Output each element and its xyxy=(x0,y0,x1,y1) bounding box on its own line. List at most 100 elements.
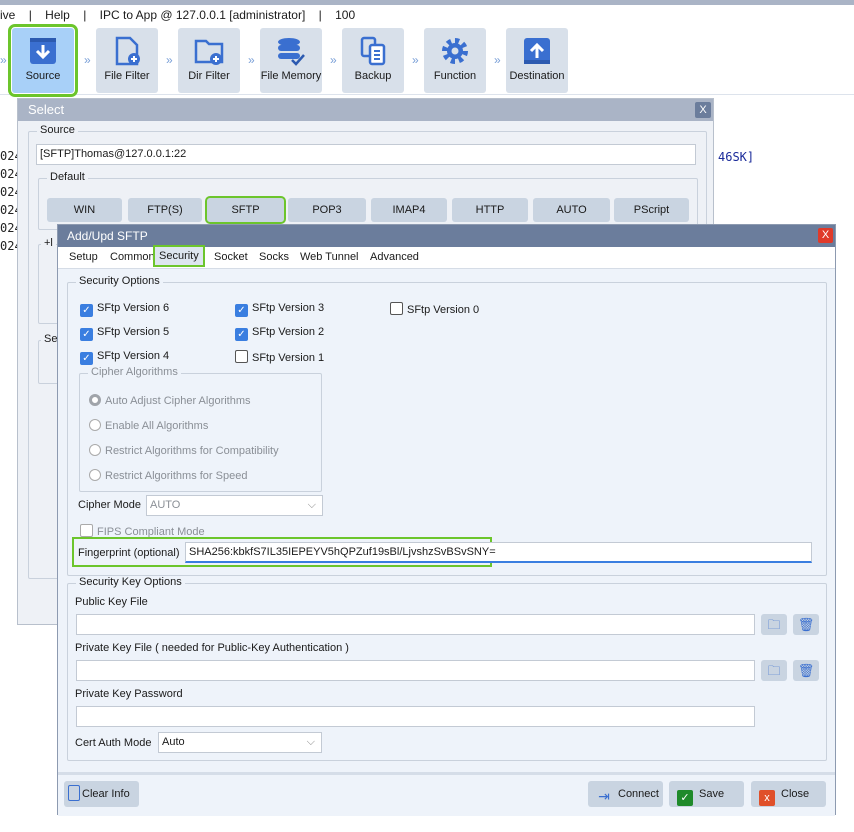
login-arrow-icon: ⇥ xyxy=(598,788,610,804)
checkbox-label: SFtp Version 4 xyxy=(97,350,170,362)
radio-enable-all[interactable]: Enable All Algorithms xyxy=(89,419,208,433)
radio-label: Restrict Algorithms for Compatibility xyxy=(105,445,279,457)
tab-socket[interactable]: Socket xyxy=(214,251,248,263)
select-value: Auto xyxy=(162,736,185,748)
radio-auto-adjust[interactable]: Auto Adjust Cipher Algorithms xyxy=(89,394,251,408)
chevron-icon: » xyxy=(494,53,501,67)
sftp-version-2-checkbox[interactable]: ✓ SFtp Version 2 xyxy=(235,326,324,341)
close-icon[interactable]: X xyxy=(818,228,833,243)
group-label: Default xyxy=(47,171,88,183)
chevron-icon: » xyxy=(0,53,7,67)
menu-item-help[interactable]: Help xyxy=(45,8,70,22)
button-label: Clear Info xyxy=(82,788,130,800)
chevron-icon: » xyxy=(84,53,91,67)
sftp-version-1-checkbox[interactable]: SFtp Version 1 xyxy=(235,350,324,365)
copy-documents-icon xyxy=(360,36,386,66)
radio-label: Auto Adjust Cipher Algorithms xyxy=(105,395,251,407)
tab-security[interactable]: Security xyxy=(153,245,205,267)
select-value: AUTO xyxy=(150,499,181,511)
checkbox-label: SFtp Version 3 xyxy=(252,302,325,314)
protocol-auto-button[interactable]: AUTO xyxy=(533,198,610,222)
chevron-icon: » xyxy=(412,53,419,67)
folder-icon[interactable]: 🗀 xyxy=(761,660,787,681)
toolbar-source-button[interactable]: Source xyxy=(8,24,78,97)
radio-icon xyxy=(89,419,101,431)
group-label: Security Options xyxy=(76,275,163,287)
log-fragment: 46SK] xyxy=(718,150,755,164)
checkmark-icon: ✓ xyxy=(80,328,93,341)
cipher-algorithms-group: Cipher Algorithms Auto Adjust Cipher Alg… xyxy=(79,366,322,492)
checkmark-icon: ✓ xyxy=(235,328,248,341)
toolbar-file-filter-button[interactable]: File Filter xyxy=(96,28,158,93)
private-key-password-input[interactable] xyxy=(76,706,755,727)
group-label: +l xyxy=(41,237,56,249)
cert-auth-mode-select[interactable]: Auto ⌵ xyxy=(158,732,322,753)
toolbar-function-button[interactable]: Function xyxy=(424,28,486,93)
ipc-status: IPC to App @ 127.0.0.1 [administrator] xyxy=(99,8,306,22)
sftp-version-5-checkbox[interactable]: ✓ SFtp Version 5 xyxy=(80,326,169,341)
radio-restrict-compatibility[interactable]: Restrict Algorithms for Compatibility xyxy=(89,444,279,458)
protocol-ftps-button[interactable]: FTP(S) xyxy=(128,198,202,222)
tab-common[interactable]: Common xyxy=(110,251,155,263)
close-icon[interactable]: X xyxy=(695,102,711,118)
checkbox-box xyxy=(390,302,403,315)
file-add-icon xyxy=(115,36,140,66)
radio-label: Restrict Algorithms for Speed xyxy=(105,470,248,482)
chevron-icon: » xyxy=(166,53,173,67)
private-key-password-label: Private Key Password xyxy=(75,688,183,700)
sftp-version-0-checkbox[interactable]: SFtp Version 0 xyxy=(390,302,479,317)
tab-advanced[interactable]: Advanced xyxy=(370,251,419,263)
fingerprint-input[interactable]: SHA256:kbkfS7IL35IEPEYV5hQPZuf19sBl/Ljvs… xyxy=(185,542,812,563)
toolbar-destination-button[interactable]: Destination xyxy=(506,28,568,93)
menu-separator: | xyxy=(318,8,322,22)
toolbar-backup-button[interactable]: Backup xyxy=(342,28,404,93)
trash-icon[interactable]: 🗑 xyxy=(793,614,819,635)
cipher-mode-label: Cipher Mode xyxy=(78,499,141,511)
button-label: Connect xyxy=(618,788,659,800)
protocol-pop3-button[interactable]: POP3 xyxy=(288,198,366,222)
folder-icon[interactable]: 🗀 xyxy=(761,614,787,635)
upload-box-icon xyxy=(524,38,550,64)
public-key-input[interactable] xyxy=(76,614,755,635)
tab-socks[interactable]: Socks xyxy=(259,251,289,263)
chevron-down-icon: ⌵ xyxy=(306,736,315,748)
close-button[interactable]: x Close xyxy=(751,781,826,807)
group-label: Source xyxy=(37,124,78,136)
toolbar-label: Dir Filter xyxy=(188,70,230,82)
radio-icon xyxy=(89,444,101,456)
tab-setup[interactable]: Setup xyxy=(69,251,98,263)
protocol-imap4-button[interactable]: IMAP4 xyxy=(371,198,447,222)
dialog-title: Select xyxy=(18,99,713,121)
checkbox-label: SFtp Version 0 xyxy=(407,304,480,316)
protocol-pscript-button[interactable]: PScript xyxy=(614,198,689,222)
protocol-win-button[interactable]: WIN xyxy=(47,198,122,222)
cipher-mode-select[interactable]: AUTO ⌵ xyxy=(146,495,323,516)
download-box-icon xyxy=(30,38,56,64)
connect-button[interactable]: ⇥ Connect xyxy=(588,781,663,807)
cert-auth-mode-label: Cert Auth Mode xyxy=(75,737,152,749)
trash-icon[interactable]: 🗑 xyxy=(793,660,819,681)
radio-restrict-speed[interactable]: Restrict Algorithms for Speed xyxy=(89,469,247,483)
chevron-icon: » xyxy=(330,53,337,67)
gear-icon xyxy=(442,38,468,64)
menu-item-archive[interactable]: ive xyxy=(0,8,15,22)
checkbox-label: SFtp Version 1 xyxy=(252,352,325,364)
clear-info-button[interactable]: Clear Info xyxy=(64,781,139,807)
sftp-version-3-checkbox[interactable]: ✓ SFtp Version 3 xyxy=(235,302,324,317)
protocol-sftp-button[interactable]: SFTP xyxy=(205,196,286,224)
protocol-http-button[interactable]: HTTP xyxy=(452,198,528,222)
database-check-icon xyxy=(278,38,305,66)
toolbar-file-memory-button[interactable]: File Memory xyxy=(260,28,322,93)
sftp-version-4-checkbox[interactable]: ✓ SFtp Version 4 xyxy=(80,350,169,365)
radio-icon xyxy=(89,394,101,406)
source-input[interactable]: [SFTP]Thomas@127.0.0.1:22 xyxy=(36,144,696,165)
sftp-version-6-checkbox[interactable]: ✓ SFtp Version 6 xyxy=(80,302,169,317)
checkmark-icon: ✓ xyxy=(235,304,248,317)
toolbar-dir-filter-button[interactable]: Dir Filter xyxy=(178,28,240,93)
tab-web-tunnel[interactable]: Web Tunnel xyxy=(300,251,359,263)
save-button[interactable]: ✓ Save xyxy=(669,781,744,807)
zoom-level: 100 xyxy=(335,8,356,22)
private-key-input[interactable] xyxy=(76,660,755,681)
default-group: Default WIN FTP(S) SFTP POP3 IMAP4 HTTP … xyxy=(38,171,698,230)
button-label: Save xyxy=(699,788,725,800)
